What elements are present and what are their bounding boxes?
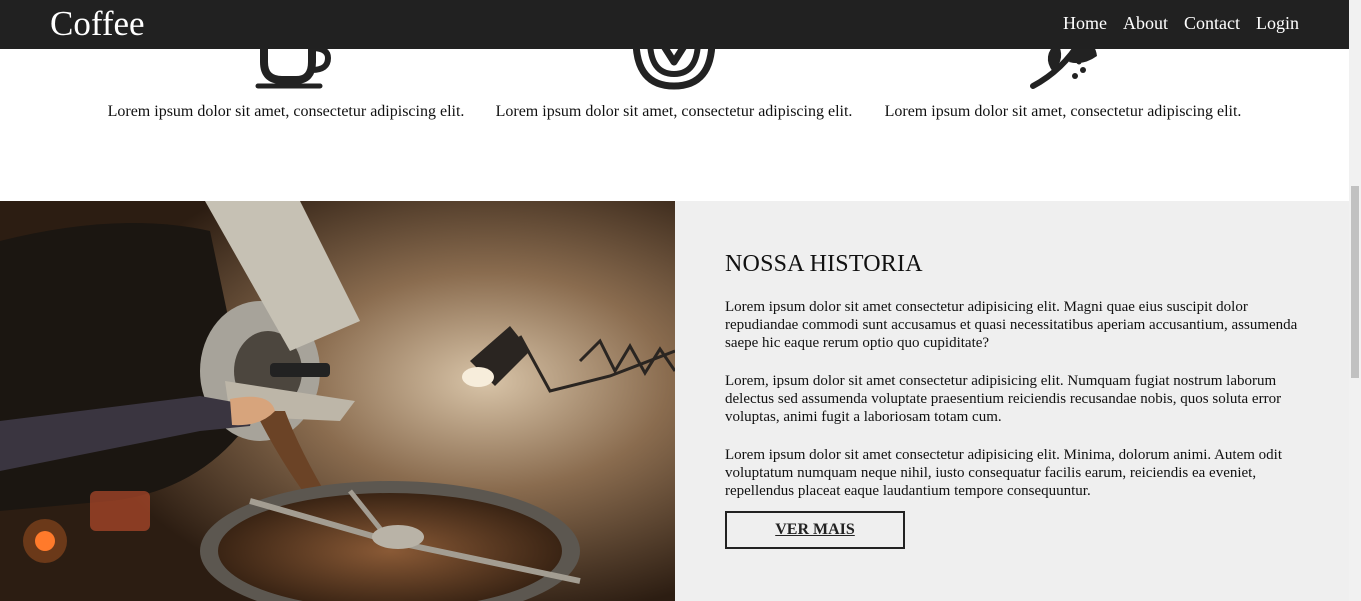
story-paragraph: Lorem ipsum dolor sit amet consectetur a…: [725, 447, 1282, 499]
coffee-roaster-photo: [0, 201, 675, 601]
nav-link-contact[interactable]: Contact: [1184, 13, 1240, 34]
top-navbar: Coffee Home About Contact Login: [0, 0, 1349, 49]
feature-text: Lorem ipsum dolor sit amet, consectetur …: [107, 103, 465, 120]
nav-link-about[interactable]: About: [1123, 13, 1168, 34]
story-paragraph: Lorem, ipsum dolor sit amet consectetur …: [725, 373, 1282, 425]
page-scrollbar[interactable]: [1349, 0, 1361, 601]
story-paragraph: Lorem ipsum dolor sit amet consectetur a…: [725, 299, 1298, 351]
see-more-button[interactable]: VER MAIS: [725, 511, 905, 549]
nav-link-login[interactable]: Login: [1256, 13, 1299, 34]
feature-text: Lorem ipsum dolor sit amet, consectetur …: [495, 103, 853, 120]
main-nav: Home About Contact Login: [1063, 13, 1299, 34]
page: Lorem ipsum dolor sit amet, consectetur …: [0, 0, 1349, 601]
scrollbar-thumb[interactable]: [1351, 186, 1359, 378]
story-title: NOSSA HISTORIA: [725, 251, 923, 277]
feature-text: Lorem ipsum dolor sit amet, consectetur …: [884, 103, 1242, 120]
site-logo[interactable]: Coffee: [50, 4, 145, 44]
nav-link-home[interactable]: Home: [1063, 13, 1107, 34]
story-section: NOSSA HISTORIA Lorem ipsum dolor sit ame…: [0, 201, 1349, 601]
story-content: NOSSA HISTORIA Lorem ipsum dolor sit ame…: [725, 251, 1310, 549]
